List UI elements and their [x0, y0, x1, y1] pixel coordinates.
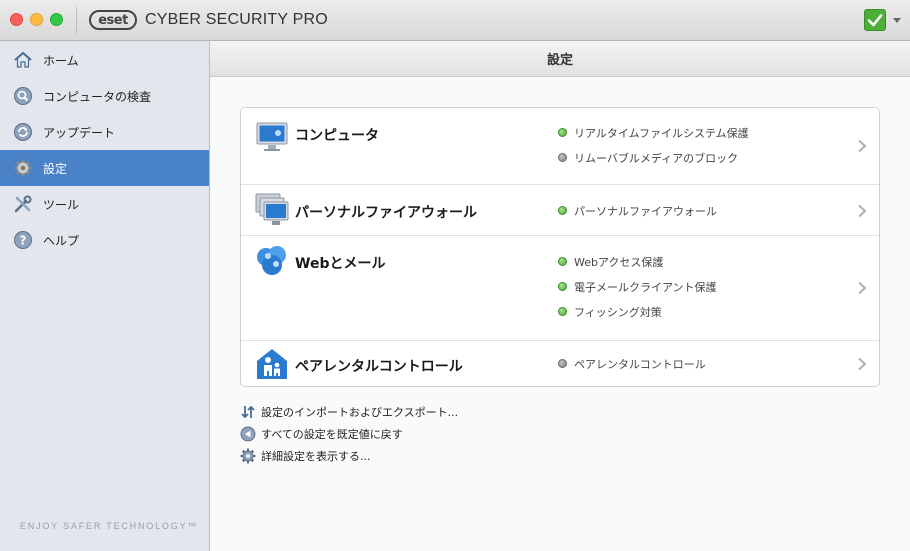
chevron-right-icon[interactable] [857, 357, 867, 371]
revert-icon [240, 426, 256, 442]
action-label: すべての設定を既定値に戻す [261, 428, 403, 441]
computer-icon [256, 122, 288, 151]
help-icon: ? [14, 231, 32, 249]
chevron-right-icon[interactable] [857, 204, 867, 218]
parental-control-icon [257, 349, 287, 379]
sidebar-item-home[interactable]: ホーム [0, 42, 209, 78]
status-dot-gray [558, 153, 567, 162]
revert-settings-link[interactable]: すべての設定を既定値に戻す [240, 423, 458, 445]
status-text: リムーバブルメディアのブロック [574, 151, 739, 165]
status-row[interactable]: リアルタイムファイルシステム保護 [558, 120, 749, 145]
action-label: 設定のインポートおよびエクスポート... [261, 406, 459, 419]
tagline: ENJOY SAFER TECHNOLOGY™ [20, 521, 199, 531]
sidebar-item-tools[interactable]: ツール [0, 186, 209, 222]
sidebar-item-label: アップデート [43, 126, 116, 140]
action-label: 詳細設定を表示する... [261, 450, 371, 463]
status-row[interactable]: リムーバブルメディアのブロック [558, 145, 749, 170]
protection-status-icon[interactable] [864, 9, 886, 31]
sidebar-item-label: ツール [43, 198, 80, 212]
import-export-link[interactable]: 設定のインポートおよびエクスポート... [240, 401, 458, 423]
gear-icon [14, 159, 32, 177]
status-row[interactable]: パーソナルファイアウォール [558, 198, 717, 223]
status-text: リアルタイムファイルシステム保護 [574, 126, 749, 140]
page-title: 設定 [546, 53, 573, 68]
sidebar-item-label: ホーム [43, 54, 79, 68]
maximize-window-button[interactable] [50, 13, 63, 26]
advanced-settings-link[interactable]: 詳細設定を表示する... [240, 445, 458, 467]
section-title: コンピュータ [295, 128, 379, 144]
firewall-icon [255, 193, 289, 225]
status-row[interactable]: 電子メールクライアント保護 [558, 274, 717, 299]
status-text: パーソナルファイアウォール [574, 204, 717, 218]
status-dot-green [558, 128, 567, 137]
section-computer[interactable]: コンピュータ リアルタイムファイルシステム保護 リムーバブルメディアのブロック [241, 108, 879, 185]
status-list: ペアレンタルコントロール [558, 351, 706, 376]
section-firewall[interactable]: パーソナルファイアウォール パーソナルファイアウォール [241, 185, 879, 236]
close-window-button[interactable] [10, 13, 23, 26]
status-list: リアルタイムファイルシステム保護 リムーバブルメディアのブロック [558, 120, 749, 170]
sidebar-item-scan[interactable]: コンピュータの検査 [0, 78, 209, 114]
status-list: Webアクセス保護 電子メールクライアント保護 フィッシング対策 [558, 249, 717, 324]
status-row[interactable]: フィッシング対策 [558, 299, 717, 324]
tools-icon [14, 195, 32, 213]
sidebar-item-label: 設定 [43, 162, 68, 176]
chevron-right-icon[interactable] [857, 281, 867, 295]
titlebar-divider [76, 7, 77, 34]
status-dot-gray [558, 359, 567, 368]
sidebar-item-update[interactable]: アップデート [0, 114, 209, 150]
status-row[interactable]: Webアクセス保護 [558, 249, 717, 274]
status-dot-green [558, 257, 567, 266]
section-title: ペアレンタルコントロール [295, 359, 463, 375]
import-export-icon [241, 405, 255, 419]
sidebar-item-help[interactable]: ? ヘルプ [0, 222, 209, 258]
status-list: パーソナルファイアウォール [558, 198, 717, 223]
section-web-mail[interactable]: Webとメール Webアクセス保護 電子メールクライアント保護 フィッシング対策 [241, 236, 879, 341]
sidebar: ホーム コンピュータの検査 アップデート 設定 ツール ? ヘルプ ENJOY … [0, 41, 210, 551]
status-text: フィッシング対策 [574, 305, 662, 319]
settings-actions: 設定のインポートおよびエクスポート... すべての設定を既定値に戻す 詳細設定を… [240, 401, 458, 467]
svg-text:?: ? [20, 234, 27, 248]
chevron-down-icon[interactable] [893, 18, 901, 23]
main-header: 設定 [210, 41, 910, 77]
section-title: パーソナルファイアウォール [295, 205, 477, 221]
sidebar-item-settings[interactable]: 設定 [0, 150, 209, 186]
chevron-right-icon[interactable] [857, 139, 867, 153]
status-dot-green [558, 206, 567, 215]
section-parental-control[interactable]: ペアレンタルコントロール ペアレンタルコントロール [241, 341, 879, 386]
status-text: ペアレンタルコントロール [574, 357, 706, 371]
title-bar: eset CYBER SECURITY PRO [0, 0, 910, 41]
sidebar-item-label: コンピュータの検査 [43, 90, 152, 104]
settings-panel: コンピュータ リアルタイムファイルシステム保護 リムーバブルメディアのブロック [240, 107, 880, 387]
eset-logo: eset [89, 10, 137, 30]
status-dot-green [558, 282, 567, 291]
status-text: 電子メールクライアント保護 [574, 280, 717, 294]
minimize-window-button[interactable] [30, 13, 43, 26]
update-icon [14, 123, 32, 141]
scan-icon [14, 87, 32, 105]
advanced-gear-icon [240, 448, 256, 464]
status-dot-green [558, 307, 567, 316]
section-title: Webとメール [295, 256, 386, 272]
web-mail-icon [257, 246, 286, 275]
app-title: CYBER SECURITY PRO [145, 11, 328, 28]
home-icon [14, 51, 32, 68]
main-content: 設定 コンピュータ リアルタイムファイルシステム保護 リムーバブルメディアのブロ… [210, 41, 910, 551]
sidebar-item-label: ヘルプ [43, 234, 80, 248]
status-text: Webアクセス保護 [574, 255, 664, 269]
status-row[interactable]: ペアレンタルコントロール [558, 351, 706, 376]
